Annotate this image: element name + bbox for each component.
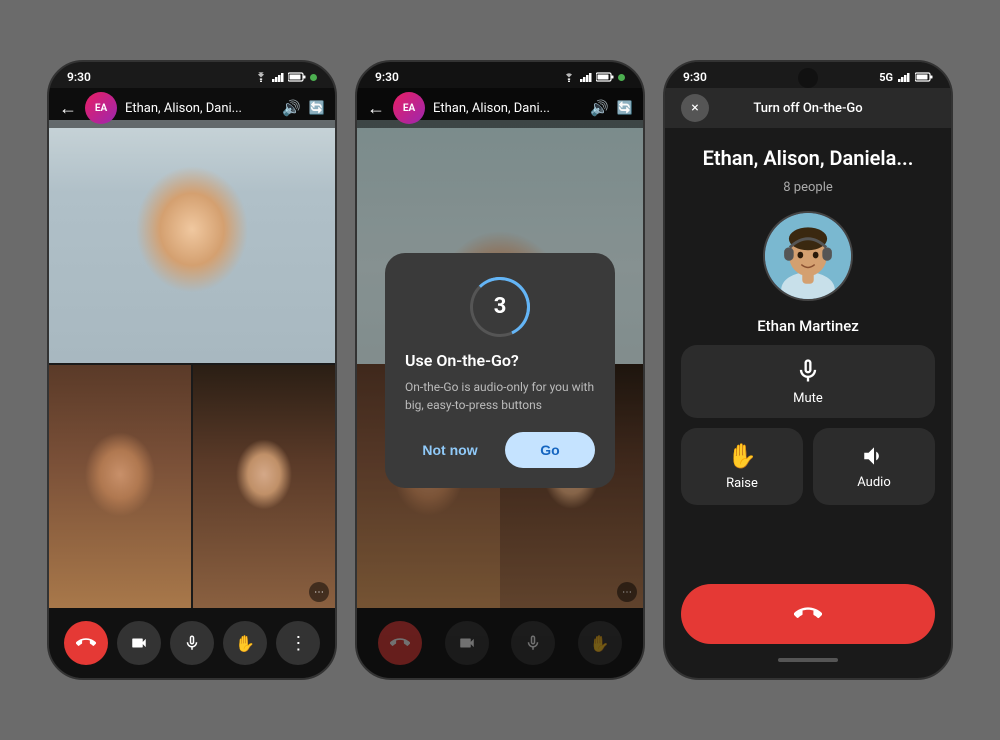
mic-icon-1 xyxy=(183,634,201,652)
status-bar-2: 9:30 xyxy=(357,62,643,88)
video-cell-br-1: ⋯ xyxy=(193,365,335,608)
status-icons-2 xyxy=(562,72,625,82)
call-avatar-1: EA xyxy=(85,92,117,124)
phone-1: 9:30 xyxy=(47,60,337,680)
phone3-header-bar: × Turn off On-the-Go xyxy=(665,88,951,128)
call-name-2: Ethan, Alison, Dani... xyxy=(433,101,582,116)
battery-icon-1 xyxy=(288,72,306,82)
audio-label-3: Audio xyxy=(857,475,890,490)
video-cell-top-1 xyxy=(49,120,335,363)
back-button-2[interactable]: ← xyxy=(367,98,385,119)
people-count-3: 8 people xyxy=(783,180,833,195)
time-3: 9:30 xyxy=(683,70,707,84)
raise-icon-3: ✋ xyxy=(727,442,757,470)
mic-button-1[interactable] xyxy=(170,621,214,665)
call-header-icons-1: 🔊 🔄 xyxy=(282,99,325,117)
time-1: 9:30 xyxy=(67,70,91,84)
participant-name-3: Ethan Martinez xyxy=(757,317,859,335)
call-controls-1: ✋ ⋮ xyxy=(49,608,335,678)
mute-icon-3 xyxy=(794,357,822,385)
green-dot-2 xyxy=(618,74,625,81)
call-avatar-2: EA xyxy=(393,92,425,124)
participant-face-svg xyxy=(765,211,851,301)
end-call-button-1[interactable] xyxy=(64,621,108,665)
raise-hand-button-1[interactable]: ✋ xyxy=(223,621,267,665)
phone3-main-content: Ethan, Alison, Daniela... 8 people xyxy=(665,130,951,678)
flip-camera-icon-2[interactable]: 🔄 xyxy=(617,101,633,116)
phone-end-icon-1 xyxy=(76,633,96,653)
raise-label-3: Raise xyxy=(726,476,758,491)
flip-camera-icon-1[interactable]: 🔄 xyxy=(309,101,325,116)
video-bottom-row-1: ⋯ xyxy=(49,365,335,608)
volume-icon-1[interactable]: 🔊 xyxy=(282,99,301,117)
person3-video xyxy=(193,365,335,608)
on-the-go-dialog: 3 Use On-the-Go? On-the-Go is audio-only… xyxy=(385,253,615,488)
phone-2: 9:30 ← EA Ethan, xyxy=(355,60,645,680)
notch-3 xyxy=(798,68,818,88)
wifi-icon-1 xyxy=(254,72,268,82)
dialog-overlay-2: 3 Use On-the-Go? On-the-Go is audio-only… xyxy=(357,62,643,678)
phone3-header-title: Turn off On-the-Go xyxy=(753,101,862,116)
participant-avatar-3 xyxy=(763,211,853,301)
close-button-3[interactable]: × xyxy=(681,94,709,122)
green-dot-1 xyxy=(310,74,317,81)
mute-label-3: Mute xyxy=(793,391,823,406)
signal-icon-3 xyxy=(897,72,911,82)
home-bar-3 xyxy=(778,658,838,662)
battery-icon-3 xyxy=(915,72,933,82)
back-button-1[interactable]: ← xyxy=(59,98,77,119)
dialog-title: Use On-the-Go? xyxy=(405,351,595,370)
more-icon-1: ⋮ xyxy=(289,633,307,654)
audio-button-3[interactable]: Audio xyxy=(813,428,935,505)
dialog-description: On-the-Go is audio-only for you with big… xyxy=(405,378,595,414)
call-header-1: ← EA Ethan, Alison, Dani... 🔊 🔄 xyxy=(49,88,335,128)
dialog-buttons: Not now Go xyxy=(405,432,595,468)
battery-icon-2 xyxy=(596,72,614,82)
video-grid-1: ⋯ xyxy=(49,120,335,608)
status-bar-1: 9:30 xyxy=(49,62,335,88)
action-row-3: ✋ Raise Audio xyxy=(681,428,935,505)
go-button[interactable]: Go xyxy=(505,432,595,468)
p3-signal-area: 5G xyxy=(879,71,933,84)
p3-5g-label: 5G xyxy=(879,71,893,84)
volume-icon-2[interactable]: 🔊 xyxy=(590,99,609,117)
raise-button-3[interactable]: ✋ Raise xyxy=(681,428,803,505)
video-cell-bl-1 xyxy=(49,365,191,608)
hand-icon-1: ✋ xyxy=(235,634,255,653)
call-header-2: ← EA Ethan, Alison, Dani... 🔊 🔄 xyxy=(357,88,643,128)
end-call-icon-3 xyxy=(794,600,822,628)
time-2: 9:30 xyxy=(375,70,399,84)
call-name-1: Ethan, Alison, Dani... xyxy=(125,101,274,116)
phone-3: 9:30 5G × Turn off On-the-Go Ethan, Alis… xyxy=(663,60,953,680)
close-icon-3: × xyxy=(691,100,698,116)
camera-button-1[interactable] xyxy=(117,621,161,665)
countdown-number: 3 xyxy=(494,294,507,319)
camera-icon-1 xyxy=(130,634,148,652)
mute-button-3[interactable]: Mute xyxy=(681,345,935,418)
countdown-circle: 3 xyxy=(470,277,530,337)
end-call-button-3[interactable] xyxy=(681,584,935,644)
more-participants-icon-1: ⋯ xyxy=(309,582,329,602)
call-header-icons-2: 🔊 🔄 xyxy=(590,99,633,117)
person2-video xyxy=(49,365,191,608)
audio-icon-3 xyxy=(861,443,887,469)
more-button-1[interactable]: ⋮ xyxy=(276,621,320,665)
not-now-button[interactable]: Not now xyxy=(405,432,495,468)
signal-icon-2 xyxy=(580,72,592,82)
signal-icon-1 xyxy=(272,72,284,82)
wifi-icon-2 xyxy=(562,72,576,82)
person1-video xyxy=(49,120,335,363)
status-icons-1 xyxy=(254,72,317,82)
group-name-3: Ethan, Alison, Daniela... xyxy=(681,146,935,170)
